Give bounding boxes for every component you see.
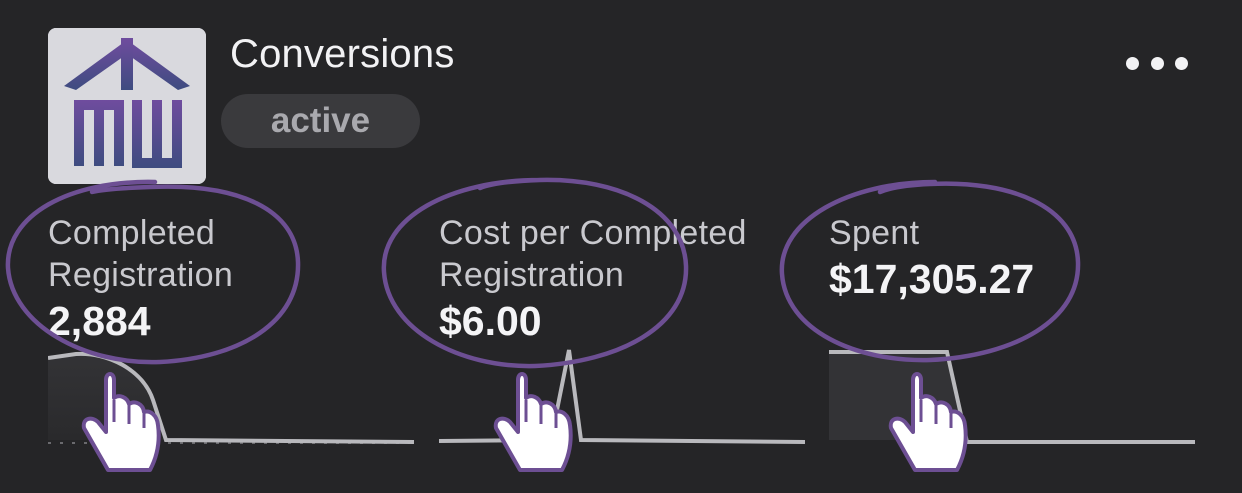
status-badge: active [221, 94, 420, 148]
sparkline-cost-per-registration [439, 340, 805, 450]
metric-label: Completed Registration [48, 214, 234, 294]
campaign-logo [48, 28, 206, 184]
metric-value: $6.00 [439, 298, 542, 344]
metric-spent[interactable]: Spent $17,305.27 [829, 212, 1209, 302]
metric-cost-per-registration[interactable]: Cost per Completed Registration $6.00 [439, 212, 799, 344]
metric-completed-registration[interactable]: Completed Registration 2,884 [48, 212, 408, 344]
more-dot-icon [1150, 56, 1164, 70]
metric-label: Cost per Completed Registration [439, 214, 747, 294]
metric-value: 2,884 [48, 298, 151, 344]
more-dot-icon [1126, 56, 1139, 70]
building-mw-logo-icon [48, 28, 206, 184]
metric-label: Spent [829, 214, 920, 252]
page-title: Conversions [230, 32, 455, 76]
more-options-button[interactable] [1126, 50, 1188, 76]
sparkline-spent [829, 340, 1195, 450]
more-dot-icon [1175, 56, 1188, 70]
sparkline-completed-registration [48, 340, 414, 450]
metric-value: $17,305.27 [829, 256, 1035, 302]
